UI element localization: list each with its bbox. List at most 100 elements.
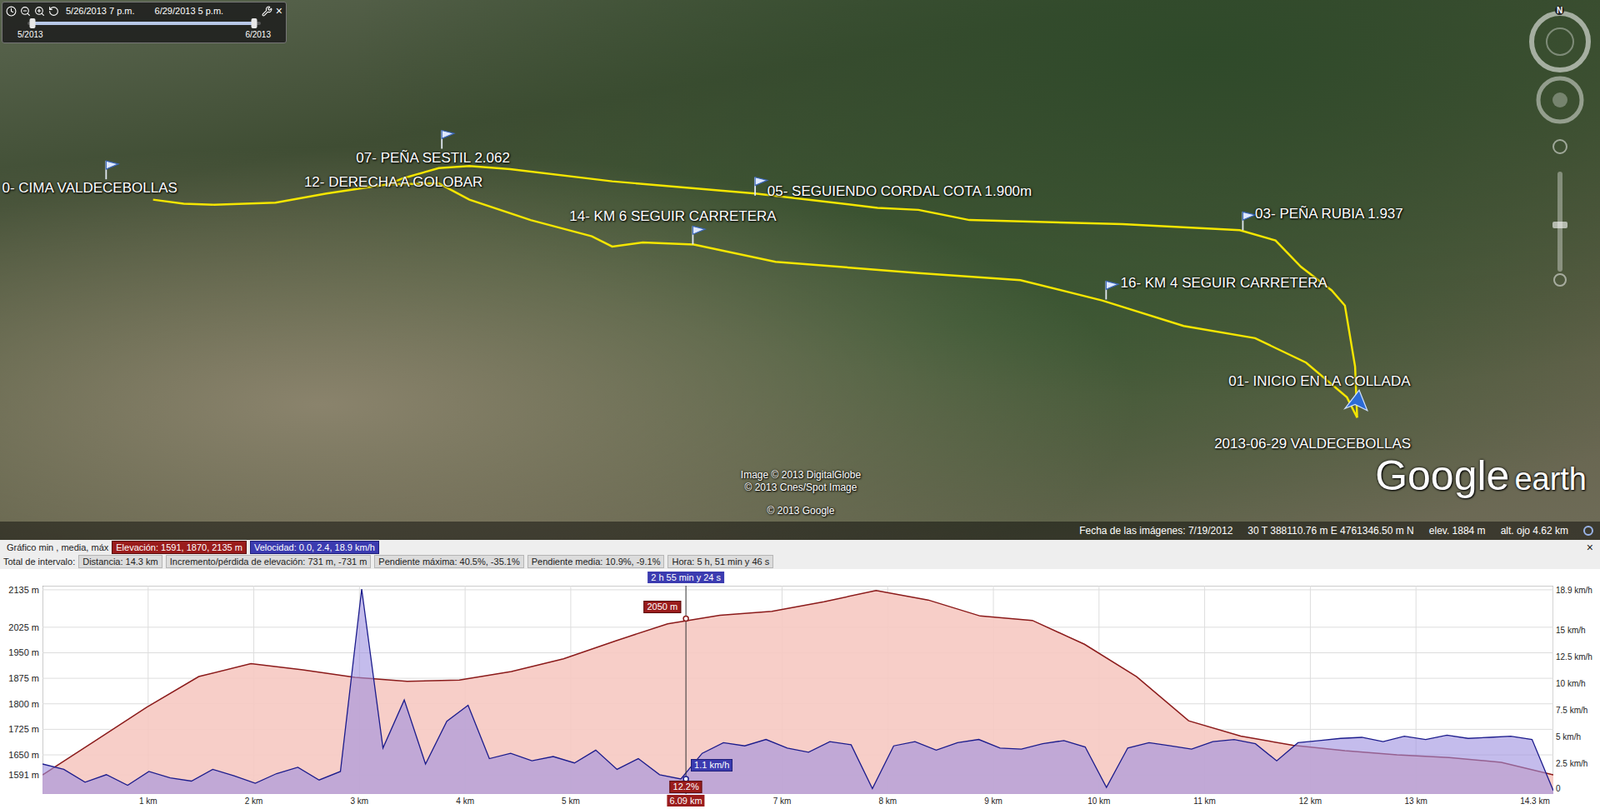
status-item: 30 T 388110.76 m E 4761346.50 m N	[1247, 524, 1414, 538]
track-title[interactable]: 2013-06-29 VALDECEBOLLAS	[1214, 435, 1411, 453]
status-bar: Fecha de las imágenes: 7/19/2012 30 T 388…	[0, 521, 1600, 540]
credit-text: © 2013 Cnes/Spot Image	[745, 481, 858, 495]
grid-line	[1553, 585, 1555, 795]
credit-text: © 2013 Google	[767, 505, 835, 518]
satellite-image	[0, 0, 1600, 540]
placemark-label[interactable]: 03- PEÑA RUBIA 1.937	[1255, 205, 1404, 223]
elevation-tick: 1800 m	[8, 698, 40, 710]
track-layer	[0, 0, 1600, 540]
placemark-label[interactable]: 07- PEÑA SESTIL 2.062	[355, 150, 510, 167]
speed-tick: 2.5 km/h	[1555, 759, 1588, 770]
total-stat: Hora: 5 h, 51 min y 46 s	[667, 555, 774, 569]
range-start-handle[interactable]	[29, 18, 35, 29]
placemark-label[interactable]: 16- KM 4 SEGUIR CARRETERA	[1120, 275, 1327, 292]
range-end-handle[interactable]	[250, 18, 257, 29]
distance-tick: 5 km	[561, 795, 580, 807]
cursor-speed: 1.1 km/h	[690, 759, 733, 772]
end-time-label: 6/29/2013 5 p.m.	[155, 5, 225, 17]
range-end-label: 6/2013	[245, 30, 271, 40]
profile-header: Gráfico min , media, máxElevación: 1591,…	[0, 540, 1600, 570]
navigation-icon[interactable]	[1525, 5, 1595, 289]
range-start-label: 5/2013	[17, 30, 44, 40]
flag-icon[interactable]	[692, 225, 705, 245]
flag-icon[interactable]	[755, 177, 768, 196]
clock-icon[interactable]	[5, 5, 17, 17]
speed-summary: Velocidad: 0.0, 2.4, 18.9 km/h	[250, 540, 380, 555]
distance-tick: 8 km	[878, 795, 897, 807]
time-slider: 5/26/2013 7 p.m. 6/29/2013 5 p.m. × 5/2013 6…	[1, 1, 287, 44]
time-range-fill	[32, 21, 255, 25]
speed-axis: 18.9 km/h15 km/h12.5 km/h10 km/h7.5 km/h…	[1553, 585, 1600, 795]
elevation-profile: Gráfico min , media, máxElevación: 1591,…	[0, 540, 1600, 809]
status-item: alt. ojo 4.62 km	[1500, 524, 1569, 538]
plot-area[interactable]: 2050 m 1.1 km/h 12.2%	[42, 585, 1554, 795]
distance-tick: 4 km	[455, 795, 475, 807]
flag-icon[interactable]	[441, 130, 455, 149]
navigation-controls[interactable]: N	[1525, 5, 1595, 289]
start-arrow-icon[interactable]	[1345, 390, 1368, 410]
track-line[interactable]	[153, 165, 1358, 418]
google-earth-logo: Googleearth	[1375, 455, 1587, 497]
distance-axis: 1 km2 km3 km4 km5 km7 km8 km9 km10 km11 …	[42, 794, 1554, 809]
profile-chart[interactable]	[42, 585, 1554, 795]
distance-tick: 11 km	[1193, 795, 1216, 807]
speed-tick: 7.5 km/h	[1555, 705, 1588, 716]
cursor-elevation: 2050 m	[643, 600, 681, 614]
replay-icon[interactable]	[48, 5, 60, 17]
elevation-tick: 1650 m	[8, 750, 40, 761]
placemark-label[interactable]: 0- CIMA VALDECEBOLLAS	[1, 180, 177, 197]
placemark-label[interactable]: 05- SEGUIENDO CORDAL COTA 1.900m	[767, 183, 1032, 200]
distance-tick: 1 km	[139, 795, 158, 807]
total-stat: Incremento/pérdida de elevación: 731 m, …	[165, 555, 372, 569]
speed-tick: 5 km/h	[1555, 732, 1581, 743]
close-button[interactable]: ×	[1586, 541, 1599, 554]
elevation-tick: 2025 m	[8, 621, 40, 633]
cursor-elevation-point	[683, 616, 689, 622]
logo-word: Google	[1375, 455, 1510, 497]
cursor-time-row: 2 h 55 min y 24 s	[42, 569, 1554, 586]
totals-row: Total de intervalo:Distancia: 14.3 kmInc…	[1, 555, 1599, 569]
speed-area	[42, 589, 1554, 795]
summary-row: Gráfico min , media, máxElevación: 1591,…	[1, 540, 1599, 555]
placemark-label[interactable]: 14- KM 6 SEGUIR CARRETERA	[569, 208, 776, 225]
google-earth-window: 0- CIMA VALDECEBOLLAS 12- DERECHA A GOLOB…	[0, 0, 1600, 809]
speed-tick: 10 km/h	[1555, 679, 1586, 690]
loading-icon	[1583, 525, 1594, 536]
elevation-summary: Elevación: 1591, 1870, 2135 m	[111, 540, 247, 555]
zoom-in-icon[interactable]	[34, 5, 45, 17]
status-item: elev. 1884 m	[1429, 524, 1486, 538]
speed-tick: 0	[1555, 784, 1561, 795]
wrench-icon[interactable]	[261, 5, 273, 17]
imagery-credits: Image © 2013 DigitalGlobe© 2013 Cnes/Spo…	[740, 469, 861, 518]
totals-label: Total de intervalo:	[1, 555, 75, 568]
elevation-tick: 1591 m	[8, 770, 40, 781]
close-button[interactable]: ×	[275, 5, 283, 17]
speed-line	[42, 589, 1554, 791]
placemark-label[interactable]: 12- DERECHA A GOLOBAR	[304, 174, 483, 191]
total-stat: Pendiente máxima: 40.5%, -35.1%	[374, 555, 524, 569]
map-view[interactable]: 0- CIMA VALDECEBOLLAS 12- DERECHA A GOLOB…	[0, 0, 1600, 540]
flag-icon[interactable]	[1105, 280, 1119, 300]
start-time-label: 5/26/2013 7 p.m.	[65, 5, 135, 17]
distance-tick: 3 km	[350, 795, 370, 807]
time-slider-track[interactable]	[27, 18, 261, 29]
flag-icon[interactable]	[1242, 211, 1255, 230]
speed-tick: 18.9 km/h	[1555, 585, 1593, 596]
credit-text: Image © 2013 DigitalGlobe	[740, 469, 861, 482]
elevation-axis: 2135 m2025 m1950 m1875 m1800 m1725 m1650…	[0, 585, 43, 795]
distance-tick: 12 km	[1299, 795, 1322, 807]
cursor-distance: 6.09 km	[667, 795, 705, 807]
distance-tick: 2 km	[245, 795, 264, 807]
cursor-slope: 12.2%	[670, 780, 703, 794]
placemark-label[interactable]: 01- INICIO EN LA COLLADA	[1228, 373, 1410, 390]
zoom-out-icon[interactable]	[20, 5, 31, 17]
distance-tick: 7 km	[773, 795, 792, 807]
elevation-tick: 1950 m	[8, 647, 40, 659]
status-item: Fecha de las imágenes: 7/19/2012	[1079, 524, 1233, 538]
track-line[interactable]	[387, 183, 1357, 418]
time-range-labels: 5/2013 6/2013	[5, 30, 283, 40]
flag-icon[interactable]	[105, 160, 119, 180]
time-slider-toolbar: 5/26/2013 7 p.m. 6/29/2013 5 p.m. ×	[5, 5, 283, 17]
elevation-tick: 1875 m	[8, 673, 40, 685]
cursor-time: 2 h 55 min y 24 s	[647, 571, 725, 584]
